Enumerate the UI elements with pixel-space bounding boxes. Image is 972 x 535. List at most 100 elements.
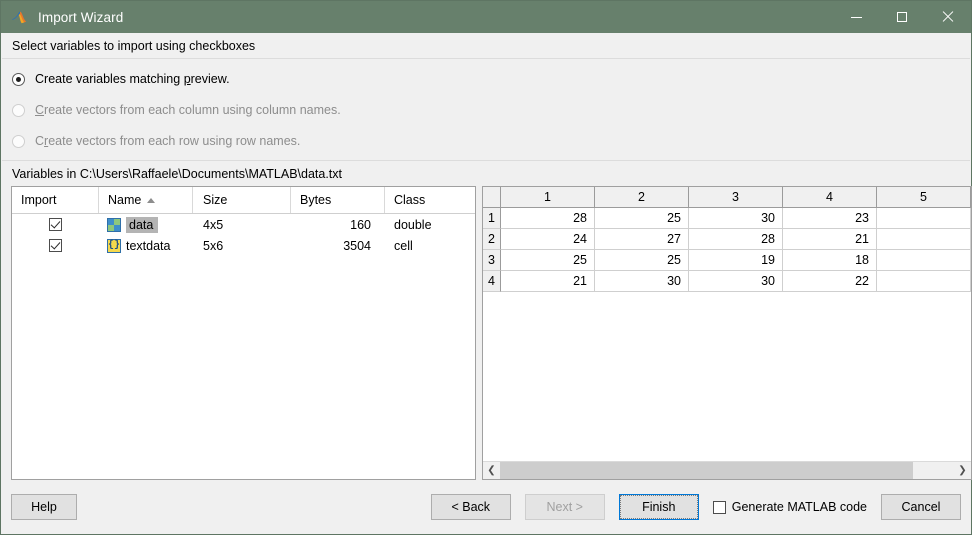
preview-cell[interactable]: 25	[595, 208, 689, 229]
help-button[interactable]: Help	[11, 494, 77, 520]
preview-row-header[interactable]: 4	[483, 271, 501, 292]
generate-code-label: Generate MATLAB code	[731, 500, 867, 514]
variable-name-cell-textdata[interactable]: {} textdata	[99, 235, 193, 256]
preview-cell[interactable]: 23	[783, 208, 877, 229]
import-checkbox-textdata[interactable]	[49, 239, 62, 252]
preview-cell[interactable]: 25	[501, 250, 595, 271]
scrollbar-thumb[interactable]	[500, 462, 914, 479]
variables-table-header: Import Name Size Bytes Class	[12, 187, 475, 214]
import-checkbox-cell[interactable]	[12, 235, 99, 256]
table-row[interactable]: data 4x5 160 double	[12, 214, 475, 235]
radio-option-column-vectors: Create vectors from each column using co…	[12, 99, 971, 121]
variables-source-caption: Variables in C:\Users\Raffaele\Documents…	[12, 167, 342, 181]
finish-button-label: Finish	[619, 495, 698, 519]
import-checkbox-data[interactable]	[49, 218, 62, 231]
generate-code-checkbox-group[interactable]: Generate MATLAB code	[712, 500, 867, 514]
chevron-right-icon[interactable]: ❯	[954, 462, 971, 479]
preview-column-header[interactable]: 4	[783, 187, 877, 208]
preview-row: 2 24 27 28 21	[483, 229, 971, 250]
scrollbar-track[interactable]	[500, 462, 954, 479]
chevron-left-icon[interactable]: ❮	[483, 462, 500, 479]
next-button: Next >	[524, 494, 605, 520]
preview-column-header[interactable]: 2	[595, 187, 689, 208]
preview-grid-wrap: 1 2 3 4 5 1 28 25 30 23 2 24 27 28 21 3 …	[483, 187, 971, 479]
variable-name-label: data	[126, 216, 159, 233]
preview-row-header[interactable]: 3	[483, 250, 501, 271]
column-header-import[interactable]: Import	[12, 187, 99, 213]
column-header-class[interactable]: Class	[385, 187, 475, 213]
finish-button[interactable]: Finish	[618, 494, 699, 520]
radio-indicator-row-vectors	[12, 134, 25, 148]
preview-cell[interactable]: 30	[689, 271, 783, 292]
radio-indicator-column-vectors	[12, 103, 25, 117]
variable-class-cell: cell	[394, 238, 413, 253]
preview-cell[interactable]: 30	[595, 271, 689, 292]
preview-horizontal-scrollbar[interactable]: ❮ ❯	[483, 461, 971, 479]
maximize-button[interactable]	[879, 1, 925, 33]
preview-cell[interactable]: 21	[501, 271, 595, 292]
preview-row: 1 28 25 30 23	[483, 208, 971, 229]
window-controls	[833, 1, 971, 33]
column-header-name-label: Name	[108, 193, 142, 207]
preview-cell[interactable]: 25	[595, 250, 689, 271]
variable-name-cell-data[interactable]: data	[99, 214, 193, 235]
preview-cell[interactable]	[877, 208, 971, 229]
import-checkbox-cell[interactable]	[12, 214, 99, 235]
preview-cell[interactable]: 27	[595, 229, 689, 250]
preview-cell[interactable]	[877, 229, 971, 250]
preview-column-header[interactable]: 1	[501, 187, 595, 208]
generate-code-checkbox[interactable]	[712, 500, 726, 514]
preview-cell[interactable]: 18	[783, 250, 877, 271]
variable-bytes-cell: 3504	[343, 238, 371, 253]
radio-label-matching-preview: Create variables matching preview.	[35, 72, 230, 86]
preview-cell[interactable]: 22	[783, 271, 877, 292]
preview-cell[interactable]: 28	[689, 229, 783, 250]
preview-cell[interactable]: 19	[689, 250, 783, 271]
preview-cell[interactable]	[877, 250, 971, 271]
title-bar[interactable]: Import Wizard	[1, 1, 971, 33]
preview-panel: 1 2 3 4 5 1 28 25 30 23 2 24 27 28 21 3 …	[482, 186, 972, 480]
minimize-button[interactable]	[833, 1, 879, 33]
variable-size-cell: 4x5	[203, 217, 224, 232]
maximize-icon	[897, 12, 907, 22]
panes-container: Import Name Size Bytes Class data 4x5 16…	[1, 186, 972, 480]
cancel-button[interactable]: Cancel	[881, 494, 961, 520]
preview-column-header[interactable]: 5	[877, 187, 971, 208]
preview-column-header[interactable]: 3	[689, 187, 783, 208]
preview-row-header[interactable]: 2	[483, 229, 501, 250]
back-button[interactable]: < Back	[430, 494, 511, 520]
cell-braces-icon: {}	[107, 238, 121, 253]
radio-label-row-vectors: Create vectors from each row using row n…	[35, 134, 301, 148]
sort-ascending-icon	[147, 197, 156, 203]
radio-option-row-vectors: Create vectors from each row using row n…	[12, 130, 971, 152]
preview-cell[interactable]: 24	[501, 229, 595, 250]
variables-table-body: data 4x5 160 double {} textdata 5x6 3504…	[12, 214, 475, 479]
matrix-icon	[107, 217, 121, 232]
radio-label-column-vectors: Create vectors from each column using co…	[35, 103, 341, 117]
preview-row: 4 21 30 30 22	[483, 271, 971, 292]
instruction-label: Select variables to import using checkbo…	[12, 39, 256, 53]
variable-size-cell: 5x6	[203, 238, 224, 253]
minimize-icon	[850, 16, 862, 18]
preview-cell[interactable]: 28	[501, 208, 595, 229]
close-button[interactable]	[925, 1, 971, 33]
preview-cell[interactable]: 30	[689, 208, 783, 229]
variable-class-cell: double	[394, 217, 432, 232]
dialog-footer: Help < Back Next > Finish Generate MATLA…	[1, 480, 971, 534]
table-row[interactable]: {} textdata 5x6 3504 cell	[12, 235, 475, 256]
import-wizard-window: Import Wizard Select variables to import…	[0, 0, 972, 535]
preview-row: 3 25 25 19 18	[483, 250, 971, 271]
radio-option-matching-preview[interactable]: Create variables matching preview.	[12, 68, 971, 90]
variable-name-label: textdata	[126, 238, 171, 253]
preview-cell[interactable]	[877, 271, 971, 292]
preview-cell[interactable]: 21	[783, 229, 877, 250]
window-title: Import Wizard	[38, 9, 124, 25]
radio-indicator-matching-preview[interactable]	[12, 72, 25, 86]
matlab-membrane-icon	[11, 8, 29, 26]
variables-table-panel: Import Name Size Bytes Class data 4x5 16…	[11, 186, 476, 480]
column-header-size[interactable]: Size	[193, 187, 291, 213]
preview-grid[interactable]: 1 2 3 4 5 1 28 25 30 23 2 24 27 28 21 3 …	[483, 187, 971, 461]
preview-row-header[interactable]: 1	[483, 208, 501, 229]
column-header-bytes[interactable]: Bytes	[291, 187, 385, 213]
column-header-name[interactable]: Name	[99, 187, 193, 213]
